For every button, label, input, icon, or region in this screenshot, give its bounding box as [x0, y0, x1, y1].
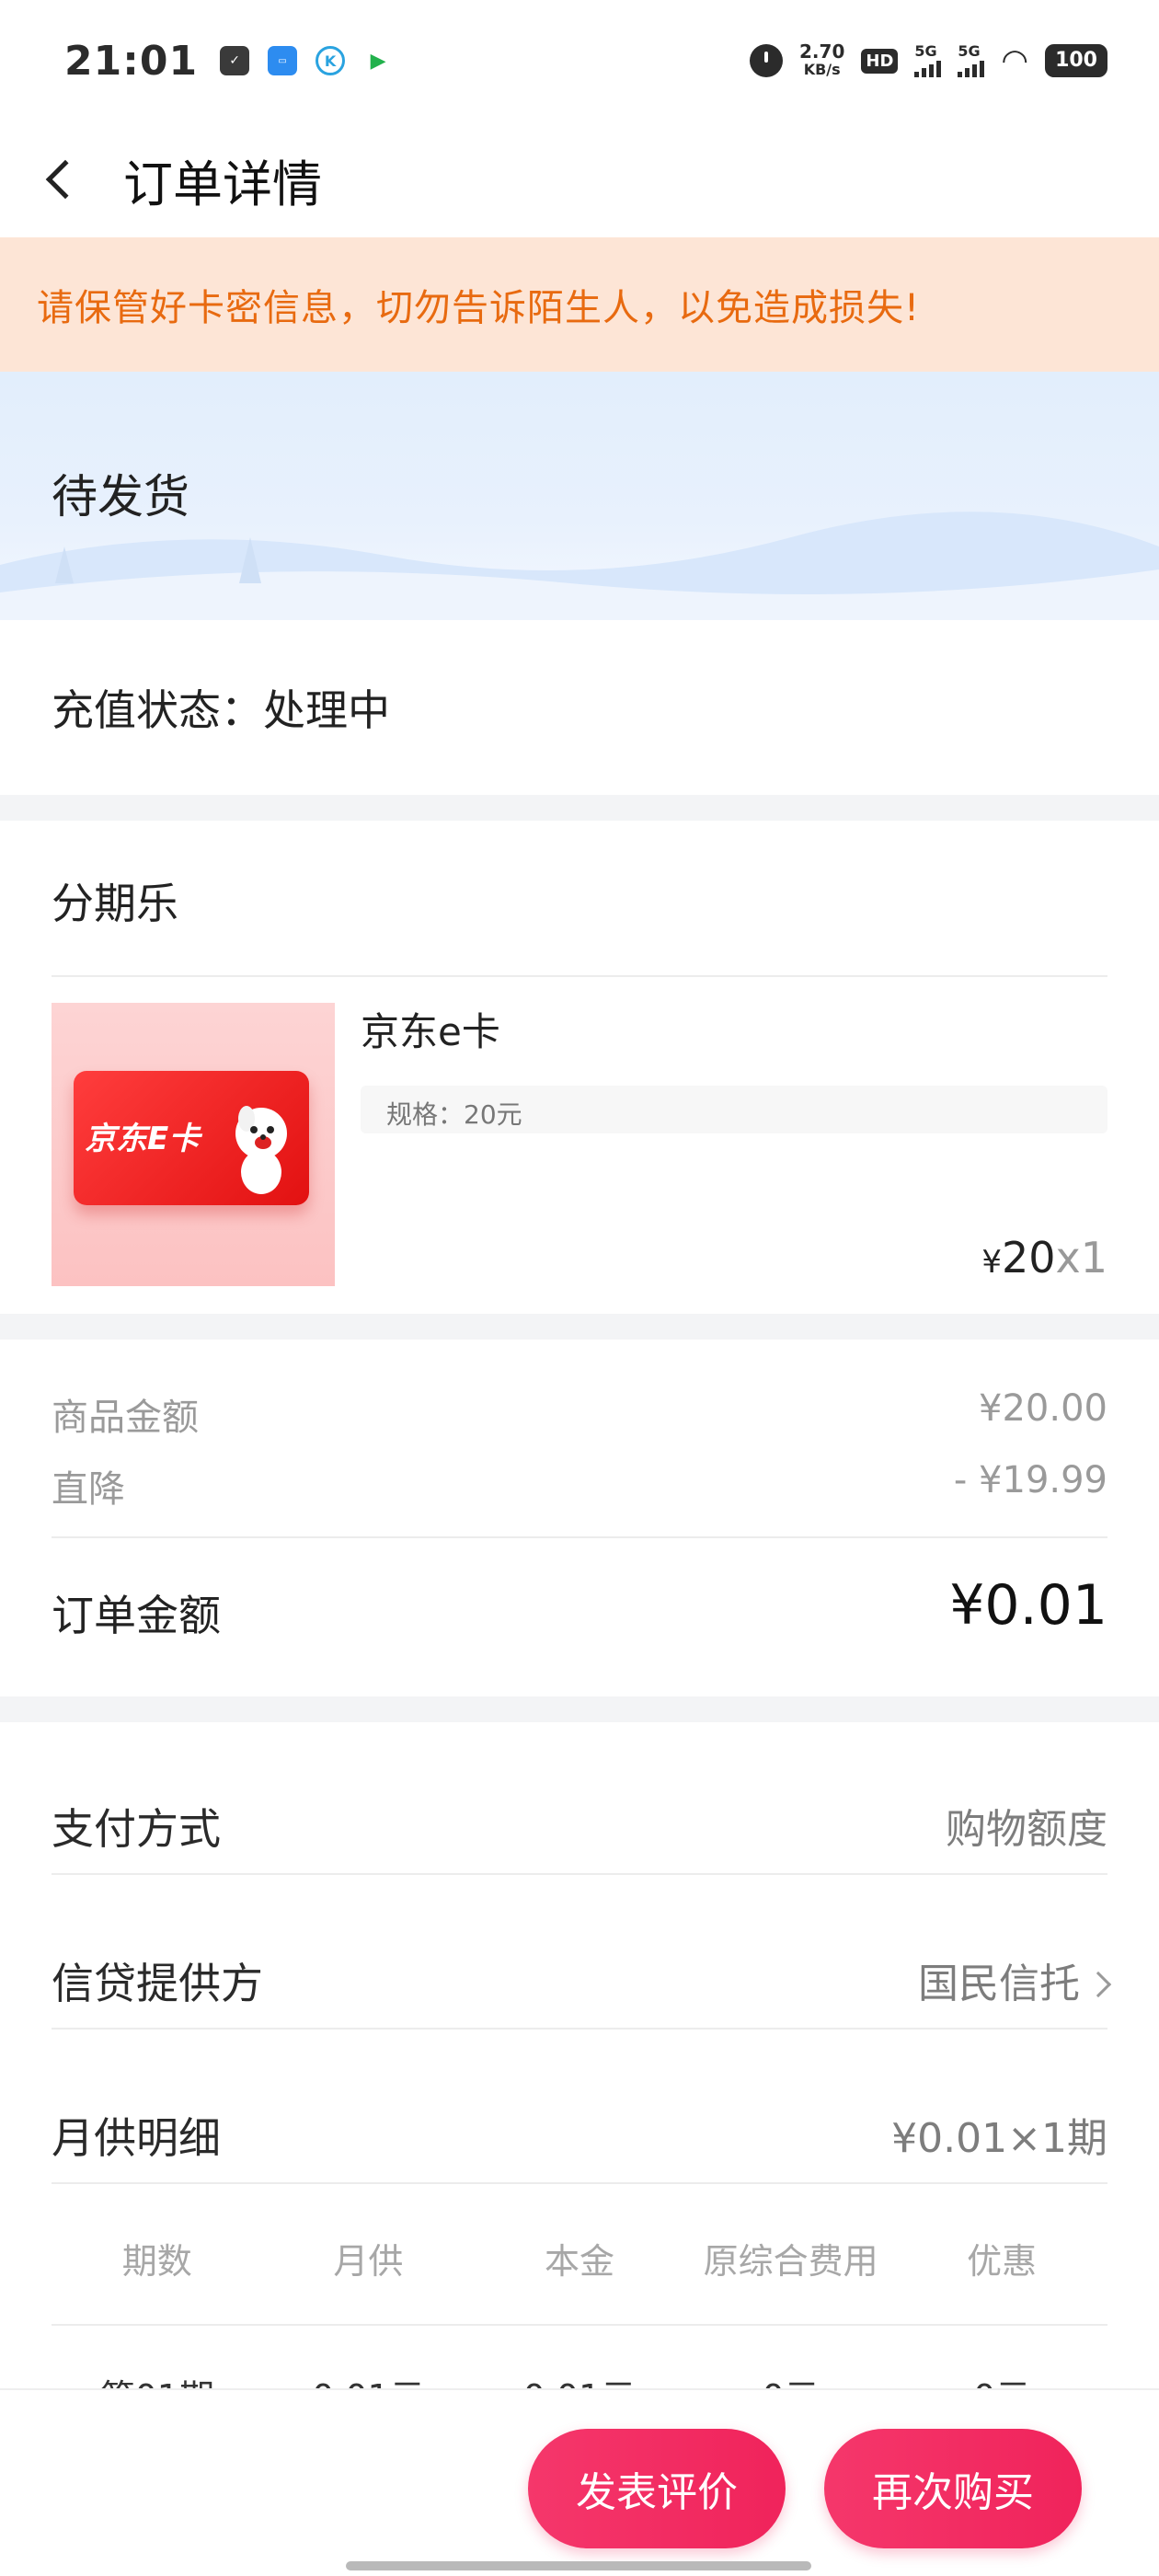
divider: [52, 975, 1107, 977]
divider: [52, 2182, 1107, 2184]
task-check-icon: ✓: [220, 46, 250, 75]
monthly-detail-value: ¥0.01×1期: [891, 2115, 1107, 2162]
section-gap: [0, 1314, 1159, 1340]
notification-icons: ✓ ▭ K ▶: [220, 46, 394, 75]
divider: [52, 1873, 1107, 1875]
write-review-button[interactable]: 发表评价: [528, 2429, 786, 2548]
security-warning-banner: 请保管好卡密信息，切勿告诉陌生人，以免造成损失!: [0, 237, 1159, 372]
product-name[interactable]: 京东e卡: [361, 1001, 500, 1057]
jd-dog-mascot-icon: [235, 1106, 287, 1194]
payment-method-label: 支付方式: [52, 1804, 221, 1854]
recharge-status-text: 充值状态：处理中: [52, 685, 390, 735]
network-speed-value: 2.70: [799, 40, 845, 63]
sim2-network-type: 5G: [958, 42, 981, 60]
credit-provider-label: 信贷提供方: [52, 1959, 263, 2008]
order-status-hero: 待发货: [0, 372, 1159, 620]
app-notification-icon: ▭: [268, 46, 298, 75]
col-original-fee: 原综合费用: [703, 2241, 878, 2282]
wifi-icon: ◠: [1001, 42, 1029, 79]
order-amount-label: 订单金额: [52, 1591, 221, 1640]
battery-icon: 100: [1045, 44, 1107, 77]
page-title: 订单详情: [123, 155, 322, 213]
col-discount: 优惠: [967, 2241, 1038, 2282]
back-arrow-icon[interactable]: [45, 159, 86, 200]
credit-provider-value: 国民信托: [918, 1961, 1080, 2007]
col-period: 期数: [121, 2241, 192, 2282]
network-speed: 2.70 KB/s: [799, 42, 844, 79]
goods-amount-label: 商品金额: [52, 1397, 199, 1439]
product-card: 分期乐 京东E卡 京东e卡 规格：20元 ¥20x1: [0, 821, 1159, 1314]
order-amount-value: ¥0.01: [949, 1573, 1107, 1638]
nav-bar: 订单详情: [0, 121, 1159, 237]
product-image[interactable]: 京东E卡: [52, 1003, 335, 1286]
monthly-detail-label: 月供明细: [52, 2113, 221, 2163]
recharge-status-card: 充值状态：处理中: [0, 620, 1159, 795]
col-principal: 本金: [544, 2241, 614, 2282]
product-spec-text: 规格：20元: [386, 1099, 522, 1130]
ecard-label: 京东E卡: [85, 1121, 201, 1157]
bottom-action-bar: 发表评价 再次购买: [0, 2388, 1159, 2576]
discount-label: 直降: [52, 1468, 125, 1511]
discount-value: - ¥19.99: [953, 1459, 1107, 1501]
price-value: 20: [1001, 1233, 1056, 1282]
section-gap: [0, 795, 1159, 821]
col-monthly: 月供: [333, 2241, 404, 2282]
payment-details: 支付方式 购物额度 信贷提供方 国民信托 月供明细 ¥0.01×1期 期数 月供…: [0, 1722, 1159, 2418]
home-indicator[interactable]: [346, 2561, 811, 2570]
warning-text: 请保管好卡密信息，切勿告诉陌生人，以免造成损失!: [37, 287, 921, 329]
system-indicators: 2.70 KB/s HD 5G 5G ◠ 100: [750, 42, 1107, 79]
credit-provider-link[interactable]: 国民信托: [918, 1950, 1112, 2009]
amount-summary: 商品金额 ¥20.00 直降 - ¥19.99 订单金额 ¥0.01: [0, 1340, 1159, 1696]
sim1-network-type: 5G: [914, 42, 937, 60]
store-name: 分期乐: [52, 879, 178, 928]
divider: [52, 2028, 1107, 2030]
network-speed-unit: KB/s: [803, 61, 841, 78]
hd-voice-icon: HD: [861, 48, 899, 74]
buy-again-button[interactable]: 再次购买: [824, 2429, 1082, 2548]
status-time: 21:01: [64, 37, 199, 85]
status-bar: 21:01 ✓ ▭ K ▶ 2.70 KB/s HD 5G 5G ◠ 100: [0, 0, 1159, 121]
price-currency: ¥: [981, 1244, 1002, 1281]
kugou-icon: K: [316, 46, 346, 75]
divider: [52, 1536, 1107, 1538]
section-gap: [0, 1696, 1159, 1722]
payment-method-value: 购物额度: [946, 1806, 1107, 1853]
signal-sim2-icon: 5G: [958, 42, 985, 77]
product-quantity: x1: [1055, 1233, 1108, 1282]
product-price: ¥20x1: [981, 1233, 1107, 1282]
video-app-icon: ▶: [363, 46, 394, 75]
divider: [52, 2324, 1107, 2326]
product-spec: 规格：20元: [361, 1086, 1107, 1133]
goods-amount-value: ¥20.00: [979, 1387, 1107, 1430]
chevron-right-icon: [1084, 1971, 1112, 1998]
installment-table-header: 期数 月供 本金 原综合费用 优惠: [52, 2225, 1107, 2298]
order-status-title: 待发货: [52, 470, 189, 523]
signal-sim1-icon: 5G: [914, 42, 942, 77]
alarm-icon: [750, 44, 784, 77]
jd-ecard-graphic: 京东E卡: [74, 1071, 309, 1205]
